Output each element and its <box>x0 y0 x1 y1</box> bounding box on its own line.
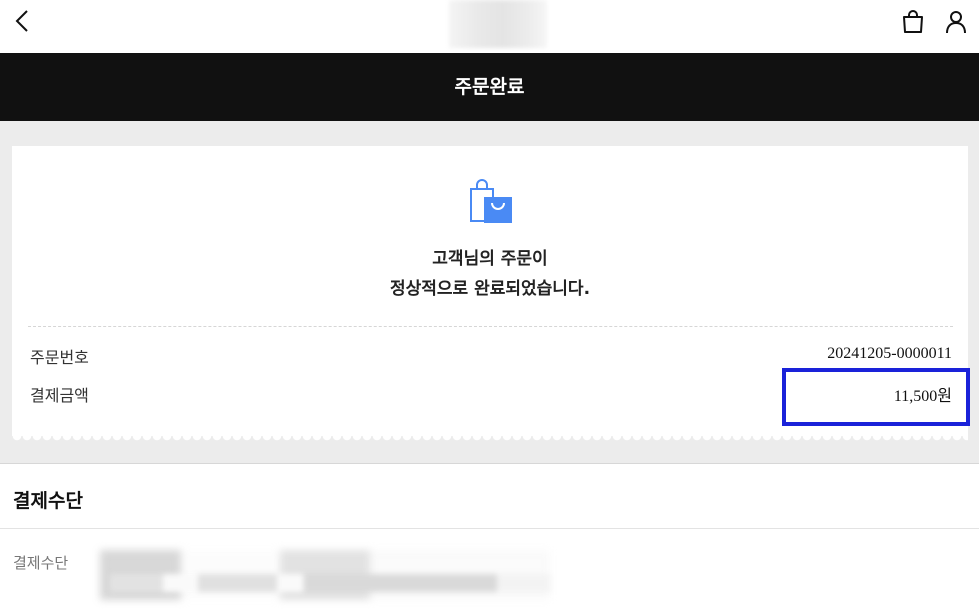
shopping-bags-icon <box>466 179 514 227</box>
chevron-left-icon <box>15 10 28 32</box>
section-divider <box>0 528 979 529</box>
dashed-divider <box>28 326 953 327</box>
top-navigation-bar <box>0 0 979 53</box>
user-icon <box>946 11 966 34</box>
order-number-value: 20241205-0000011 <box>827 345 952 362</box>
payment-method-details-redacted <box>110 574 550 592</box>
receipt-edge-decoration <box>12 436 968 444</box>
payment-amount-label: 결제금액 <box>30 386 89 405</box>
site-logo[interactable] <box>449 0 547 48</box>
completion-message-line2: 정상적으로 완료되었습니다. <box>389 279 591 299</box>
amount-highlight-box <box>782 368 970 426</box>
section-divider <box>0 463 979 464</box>
completion-message-line1: 고객님의 주문이 <box>432 249 548 269</box>
payment-method-section-title: 결제수단 <box>13 490 83 512</box>
shopping-bag-icon <box>903 10 923 33</box>
my-account-button[interactable] <box>943 9 969 35</box>
back-button[interactable] <box>10 8 36 34</box>
page-title: 주문완료 <box>0 53 979 121</box>
payment-method-label: 결제수단 <box>13 554 69 572</box>
order-number-label: 주문번호 <box>30 348 89 367</box>
cart-button[interactable] <box>900 9 926 35</box>
